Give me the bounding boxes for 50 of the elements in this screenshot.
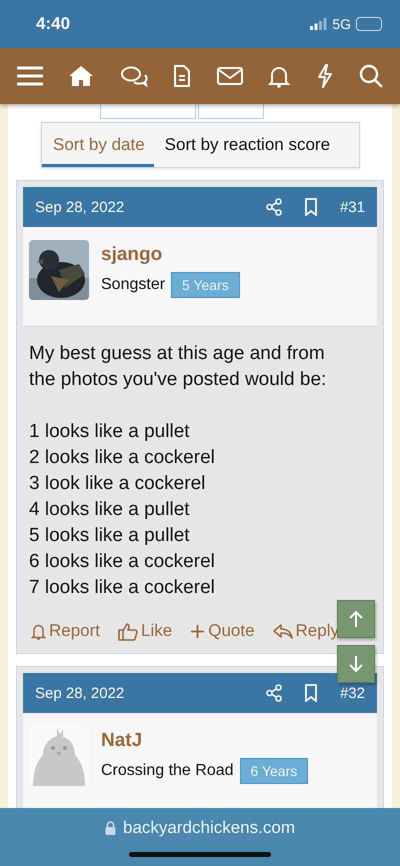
share-icon[interactable] xyxy=(266,198,282,216)
user-title: Crossing the Road xyxy=(101,762,234,780)
bookmark-icon[interactable] xyxy=(304,684,318,702)
signal-icon xyxy=(310,18,328,30)
sort-tab[interactable]: Sort by reaction score xyxy=(154,123,340,167)
message-line: 7 looks like a cockerel xyxy=(29,576,216,600)
scroll-up-button[interactable] xyxy=(337,600,375,638)
post-action-link[interactable]: Quote xyxy=(190,621,255,641)
lock-icon xyxy=(105,821,116,835)
message-line: 2 looks like a cockerel xyxy=(29,446,216,470)
plus-icon xyxy=(190,624,206,638)
document-icon[interactable] xyxy=(173,64,192,88)
sort-tab[interactable]: Sort by date xyxy=(42,123,154,167)
post-date: Sep 28, 2022 xyxy=(35,684,126,702)
message-text: My best guess at this age and from the photos you've posted would be: xyxy=(29,342,328,392)
user-title: Songster xyxy=(101,276,166,294)
username-link[interactable]: sjango xyxy=(101,244,240,266)
network-label: 5G xyxy=(332,16,351,32)
clock: 4:40 xyxy=(36,14,70,34)
reply-icon xyxy=(272,622,293,640)
message-line: 5 looks like a pullet xyxy=(29,524,191,548)
membership-badge: 5 Years xyxy=(171,272,240,298)
arrow-up-icon xyxy=(348,610,364,628)
message-line: 4 looks like a pullet xyxy=(29,498,191,522)
post-number[interactable]: #32 xyxy=(340,684,365,702)
username-link[interactable]: NatJ xyxy=(101,730,308,752)
chat-icon[interactable] xyxy=(120,65,148,87)
thumbs-up-icon xyxy=(118,622,138,640)
home-icon[interactable] xyxy=(68,65,94,87)
post-number[interactable]: #31 xyxy=(340,198,365,216)
bell-icon xyxy=(31,622,46,640)
lightning-icon[interactable] xyxy=(316,64,334,88)
membership-badge: 6 Years xyxy=(240,758,308,784)
search-icon[interactable] xyxy=(358,64,383,88)
mail-icon[interactable] xyxy=(216,66,243,86)
post-action-link[interactable]: Report xyxy=(31,621,100,641)
post-date: Sep 28, 2022 xyxy=(35,198,126,216)
message-line: 6 looks like a cockerel xyxy=(29,550,216,574)
share-icon[interactable] xyxy=(266,684,282,702)
bookmark-icon[interactable] xyxy=(304,198,318,216)
battery-icon xyxy=(356,17,382,31)
post-action-link[interactable]: Reply xyxy=(272,621,339,641)
message-line: 3 look like a cockerel xyxy=(29,472,206,496)
menu-icon[interactable] xyxy=(17,65,43,87)
url-field[interactable]: backyardchickens.com xyxy=(105,818,295,838)
arrow-down-icon xyxy=(348,655,364,673)
bell-icon[interactable] xyxy=(268,64,290,88)
message-line: 1 looks like a pullet xyxy=(29,420,191,444)
scroll-down-button[interactable] xyxy=(337,645,375,683)
post-action-link[interactable]: Like xyxy=(118,621,172,641)
